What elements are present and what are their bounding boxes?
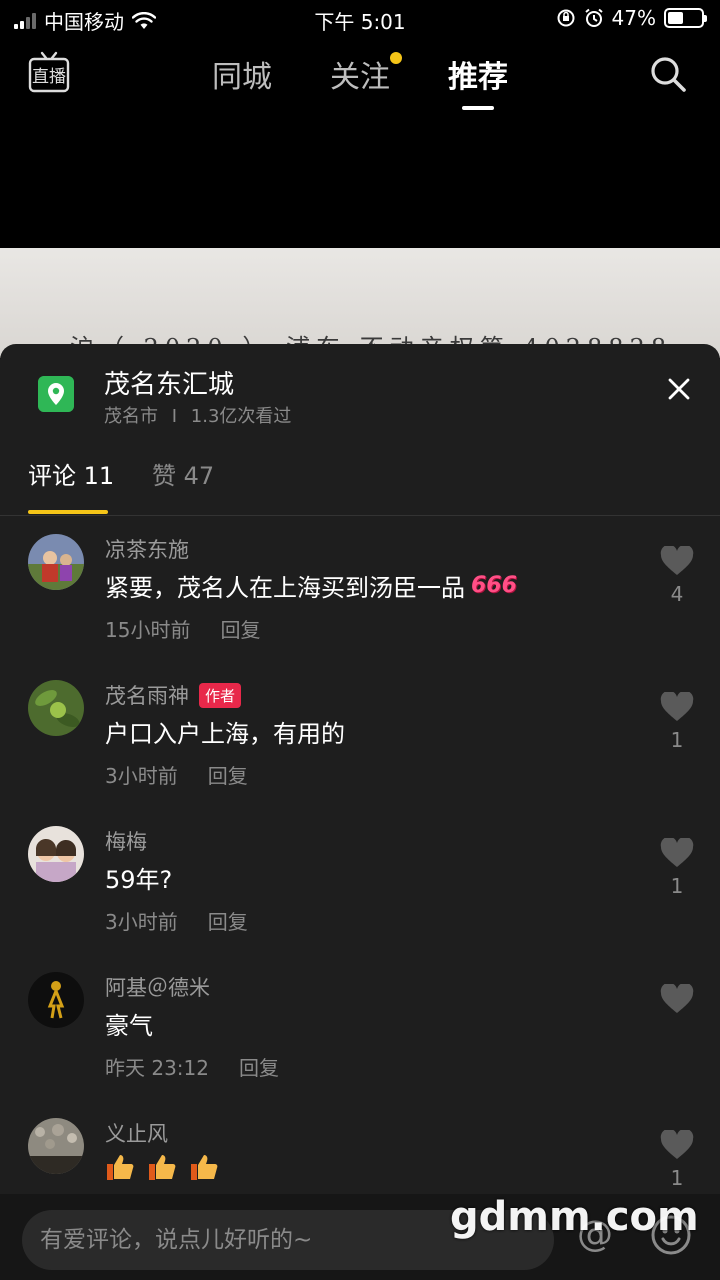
location-subtitle: 茂名市 I 1.3亿次看过 — [104, 402, 291, 428]
tab-same-city[interactable]: 同城 — [212, 52, 272, 96]
status-bar: 中国移动 下午 5:01 47% — [0, 0, 720, 38]
thumbs-up-icon — [107, 1155, 134, 1180]
like-count: 1 — [670, 728, 684, 752]
video-background: 沪（ 2020 ） 浦东 不动产权第 4028828 — [0, 248, 720, 358]
avatar[interactable] — [28, 826, 84, 882]
location-header[interactable]: 茂名东汇城 茂名市 I 1.3亿次看过 — [0, 344, 720, 440]
like-button[interactable]: 1 — [660, 692, 694, 752]
separator: I — [171, 406, 178, 427]
reply-button[interactable]: 回复 — [208, 760, 248, 789]
comment-meta: 3小时前 回复 — [105, 906, 248, 935]
avatar[interactable] — [28, 534, 84, 590]
comment-meta: 昨天 23:12 回复 — [105, 1052, 279, 1081]
avatar[interactable] — [28, 972, 84, 1028]
comment-username[interactable]: 凉茶东施 — [105, 534, 189, 564]
tab-underline — [28, 510, 108, 514]
thumbs-up-icon — [191, 1155, 218, 1180]
heart-icon — [660, 984, 694, 1013]
comment-username[interactable]: 梅梅 — [105, 826, 147, 856]
comment-text: 户口入户上海，有用的 — [105, 720, 345, 748]
tab-recommended[interactable]: 推荐 — [448, 52, 508, 110]
rotation-lock-icon — [557, 9, 575, 27]
sheet-tabs: 评论 11 赞 47 — [0, 444, 720, 516]
notification-dot — [390, 52, 402, 64]
top-nav: 直播 同城 关注 推荐 — [0, 44, 720, 110]
avatar[interactable] — [28, 1118, 84, 1174]
heart-icon — [660, 692, 694, 721]
reply-button[interactable]: 回复 — [208, 906, 248, 935]
close-icon[interactable] — [668, 378, 690, 400]
comment-meta: 3小时前 回复 — [105, 760, 248, 789]
comment-time: 15小时前 — [105, 618, 191, 642]
comment-meta: 15小时前 回复 — [105, 614, 260, 643]
like-button[interactable]: 4 — [660, 546, 694, 606]
tab-likes[interactable]: 赞 47 — [152, 456, 214, 491]
comment-time: 3小时前 — [105, 910, 178, 934]
comments-sheet: 茂名东汇城 茂名市 I 1.3亿次看过 评论 11 赞 47 凉茶东施 紧要，茂… — [0, 344, 720, 1280]
comment-text — [105, 1152, 225, 1182]
heart-icon — [660, 546, 694, 575]
reply-button[interactable]: 回复 — [220, 614, 260, 643]
like-count: 1 — [670, 874, 684, 898]
alarm-icon — [584, 8, 603, 27]
avatar[interactable] — [28, 680, 84, 736]
comment-text: 豪气 — [105, 1012, 153, 1040]
comment-text: 59年? — [105, 866, 173, 894]
search-icon[interactable] — [648, 54, 688, 94]
emoji-666: 666 — [471, 573, 517, 598]
like-button[interactable]: 1 — [660, 1130, 694, 1190]
comment-username[interactable]: 阿基＠德米 — [105, 972, 210, 1002]
like-count: 4 — [670, 582, 684, 606]
like-button[interactable]: 1 — [660, 838, 694, 898]
heart-icon — [660, 838, 694, 867]
comment-time: 3小时前 — [105, 764, 178, 788]
comment-item[interactable]: 凉茶东施 紧要，茂名人在上海买到汤臣一品 666 15小时前 回复 4 — [0, 534, 720, 680]
location-title: 茂名东汇城 — [104, 370, 235, 400]
comment-username[interactable]: 茂名雨神 作者 — [105, 680, 242, 710]
battery-percent: 47% — [611, 6, 656, 30]
battery-icon — [664, 8, 707, 28]
heart-icon — [660, 1130, 694, 1159]
tab-following-label: 关注 — [330, 60, 390, 95]
location-views: 1.3亿次看过 — [190, 406, 292, 427]
like-button[interactable] — [660, 984, 694, 1020]
comment-username[interactable]: 义止风 — [105, 1118, 168, 1148]
comment-item[interactable]: 茂名雨神 作者 户口入户上海，有用的 3小时前 回复 1 — [0, 680, 720, 826]
author-badge: 作者 — [199, 682, 242, 708]
comment-item[interactable]: 阿基＠德米 豪气 昨天 23:12 回复 — [0, 972, 720, 1118]
reply-button[interactable]: 回复 — [239, 1052, 279, 1081]
watermark: gdmm.com — [450, 1194, 699, 1240]
like-count: 1 — [670, 1166, 684, 1190]
tab-comments[interactable]: 评论 11 — [28, 456, 114, 491]
comment-time: 昨天 23:12 — [105, 1056, 209, 1080]
comment-item[interactable]: 梅梅 59年? 3小时前 回复 1 — [0, 826, 720, 972]
location-pin-icon — [38, 376, 74, 412]
tab-following[interactable]: 关注 — [330, 52, 402, 96]
thumbs-up-icon — [149, 1155, 176, 1180]
comment-text: 紧要，茂名人在上海买到汤臣一品 666 — [105, 573, 517, 602]
location-city: 茂名市 — [104, 406, 158, 427]
